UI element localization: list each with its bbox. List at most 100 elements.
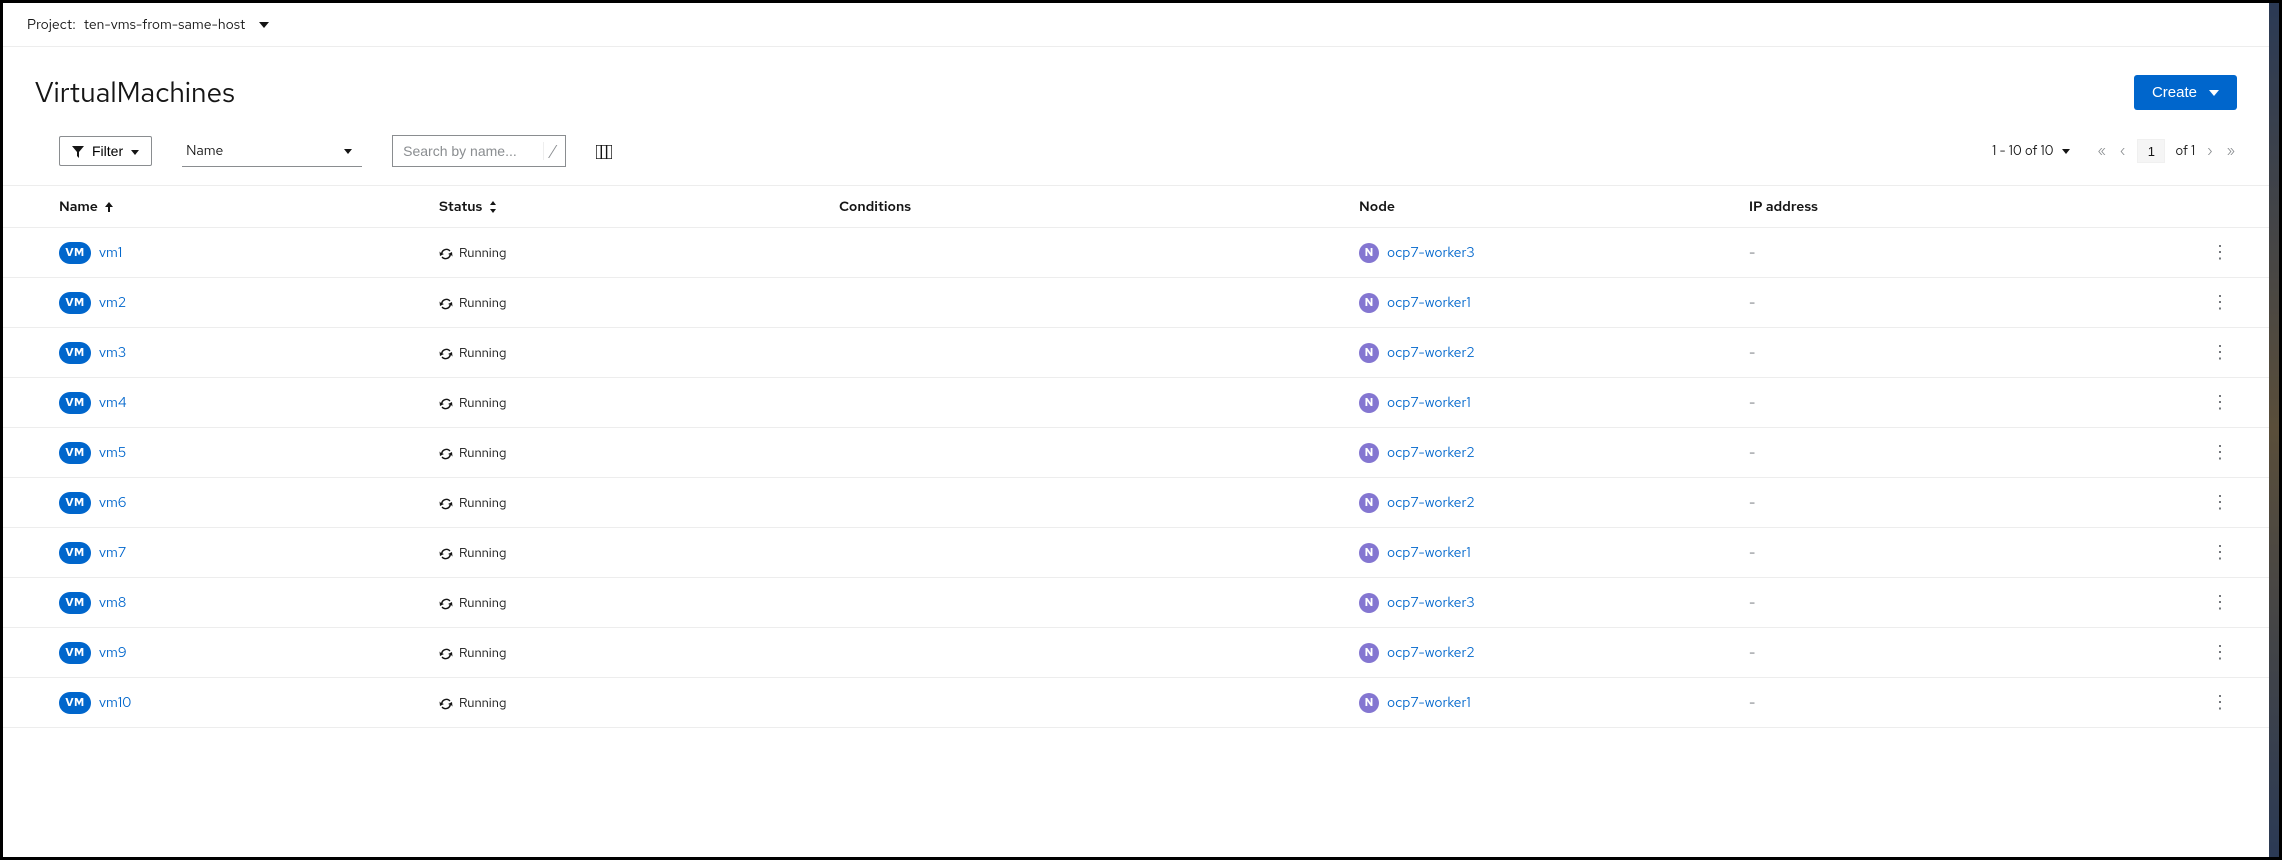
node-name-link[interactable]: ocp7-worker1 — [1387, 394, 1471, 412]
sync-icon — [439, 344, 453, 361]
filter-label: Filter — [92, 143, 123, 159]
node-badge-icon: N — [1359, 393, 1379, 413]
table-row: VMvm5RunningNocp7-worker2-⋮ — [3, 428, 2269, 478]
pager-next-icon[interactable]: › — [2205, 142, 2214, 160]
table-row: VMvm8RunningNocp7-worker3-⋮ — [3, 578, 2269, 628]
col-header-ip[interactable]: IP address — [1749, 198, 2177, 216]
node-name-link[interactable]: ocp7-worker1 — [1387, 694, 1471, 712]
table-row: VMvm6RunningNocp7-worker2-⋮ — [3, 478, 2269, 528]
pagination-range[interactable]: 1 - 10 of 10 — [1992, 142, 2069, 160]
table-row: VM vm10 Running Nocp7-worker1 -⋮ — [3, 678, 2269, 728]
sort-asc-icon — [105, 198, 113, 216]
node-badge-icon: N — [1359, 693, 1379, 713]
page-title: VirtualMachines — [35, 73, 235, 111]
list-toolbar: Filter Name / — [3, 131, 2269, 177]
pager-first-icon[interactable]: « — [2096, 142, 2108, 160]
node-badge-icon: N — [1359, 343, 1379, 363]
status-label: Running — [459, 494, 506, 511]
vm-name-link[interactable]: vm3 — [99, 344, 126, 362]
page-number-input[interactable] — [2137, 139, 2165, 163]
row-actions-kebab[interactable]: ⋮ — [2177, 441, 2237, 464]
pager-last-icon[interactable]: » — [2225, 142, 2237, 160]
ip-cell: - — [1749, 694, 2177, 712]
ip-cell: - — [1749, 444, 2177, 462]
node-badge-icon: N — [1359, 443, 1379, 463]
status-label: Running — [459, 544, 506, 561]
filter-button[interactable]: Filter — [59, 136, 152, 166]
node-name-link[interactable]: ocp7-worker2 — [1387, 444, 1475, 462]
sync-icon — [439, 294, 453, 311]
node-name-link[interactable]: ocp7-worker2 — [1387, 494, 1475, 512]
row-actions-kebab[interactable]: ⋮ — [2177, 541, 2237, 564]
node-badge-icon: N — [1359, 293, 1379, 313]
ip-cell: - — [1749, 344, 2177, 362]
vm-name-link[interactable]: vm6 — [99, 494, 126, 512]
pagination-range-label: 1 - 10 of 10 — [1992, 142, 2053, 160]
status-label: Running — [459, 294, 506, 311]
table-row: VMvm4RunningNocp7-worker1-⋮ — [3, 378, 2269, 428]
page-header: VirtualMachines Create — [3, 47, 2269, 131]
table-row: VMvm3RunningNocp7-worker2-⋮ — [3, 328, 2269, 378]
ip-cell: - — [1749, 594, 2177, 612]
node-badge-icon: N — [1359, 493, 1379, 513]
search-shortcut-hint: / — [543, 142, 556, 160]
column-management-icon[interactable] — [596, 142, 612, 160]
node-badge-icon: N — [1359, 243, 1379, 263]
search-input[interactable] — [393, 137, 543, 165]
status-label: Running — [459, 694, 506, 711]
node-name-link[interactable]: ocp7-worker3 — [1387, 244, 1475, 262]
caret-down-icon — [259, 16, 269, 34]
node-name-link[interactable]: ocp7-worker1 — [1387, 294, 1471, 312]
vm-name-link[interactable]: vm4 — [99, 394, 127, 412]
col-header-conditions[interactable]: Conditions — [839, 198, 1359, 216]
vm-name-link[interactable]: vm8 — [99, 594, 126, 612]
vm-name-link[interactable]: vm10 — [99, 694, 131, 712]
row-actions-kebab[interactable]: ⋮ — [2177, 591, 2237, 614]
row-actions-kebab[interactable]: ⋮ — [2177, 641, 2237, 664]
pager-prev-icon[interactable]: ‹ — [2118, 142, 2127, 160]
sync-icon — [439, 244, 453, 261]
create-button[interactable]: Create — [2134, 75, 2237, 110]
col-header-name[interactable]: Name — [59, 198, 439, 216]
pagination-controls: « ‹ of 1 › » — [2096, 139, 2237, 163]
ip-cell: - — [1749, 294, 2177, 312]
vm-name-link[interactable]: vm1 — [99, 244, 122, 262]
vm-name-link[interactable]: vm5 — [99, 444, 126, 462]
sync-icon — [439, 494, 453, 511]
node-name-link[interactable]: ocp7-worker3 — [1387, 594, 1475, 612]
row-actions-kebab[interactable]: ⋮ — [2177, 341, 2237, 364]
row-actions-kebab[interactable]: ⋮ — [2177, 391, 2237, 414]
vm-name-link[interactable]: vm7 — [99, 544, 126, 562]
row-actions-kebab[interactable]: ⋮ — [2177, 691, 2237, 714]
row-actions-kebab[interactable]: ⋮ — [2177, 241, 2237, 264]
vm-name-link[interactable]: vm2 — [99, 294, 126, 312]
project-name: ten-vms-from-same-host — [84, 16, 246, 34]
col-header-name-label: Name — [59, 198, 98, 216]
project-selector[interactable]: Project: ten-vms-from-same-host — [3, 3, 2269, 47]
col-header-status-label: Status — [439, 198, 482, 216]
vm-badge-icon: VM — [59, 542, 91, 564]
status-label: Running — [459, 394, 506, 411]
status-label: Running — [459, 644, 506, 661]
row-actions-kebab[interactable]: ⋮ — [2177, 291, 2237, 314]
caret-down-icon — [344, 142, 352, 160]
col-header-status[interactable]: Status — [439, 198, 839, 216]
vm-name-link[interactable]: vm9 — [99, 644, 127, 662]
vm-badge-icon: VM — [59, 642, 91, 664]
col-header-node[interactable]: Node — [1359, 198, 1749, 216]
node-name-link[interactable]: ocp7-worker1 — [1387, 544, 1471, 562]
vm-badge-icon: VM — [59, 442, 91, 464]
table-row: VMvm1RunningNocp7-worker3-⋮ — [3, 228, 2269, 278]
sync-icon — [439, 694, 453, 711]
search-attribute-select[interactable]: Name — [182, 136, 362, 167]
sync-icon — [439, 594, 453, 611]
vm-badge-icon: VM — [59, 692, 91, 714]
vm-badge-icon: VM — [59, 492, 91, 514]
row-actions-kebab[interactable]: ⋮ — [2177, 491, 2237, 514]
table-row: VMvm9RunningNocp7-worker2-⋮ — [3, 628, 2269, 678]
node-name-link[interactable]: ocp7-worker2 — [1387, 344, 1475, 362]
vm-badge-icon: VM — [59, 392, 91, 414]
table-row: VMvm7RunningNocp7-worker1-⋮ — [3, 528, 2269, 578]
caret-down-icon — [2209, 84, 2219, 101]
node-name-link[interactable]: ocp7-worker2 — [1387, 644, 1475, 662]
